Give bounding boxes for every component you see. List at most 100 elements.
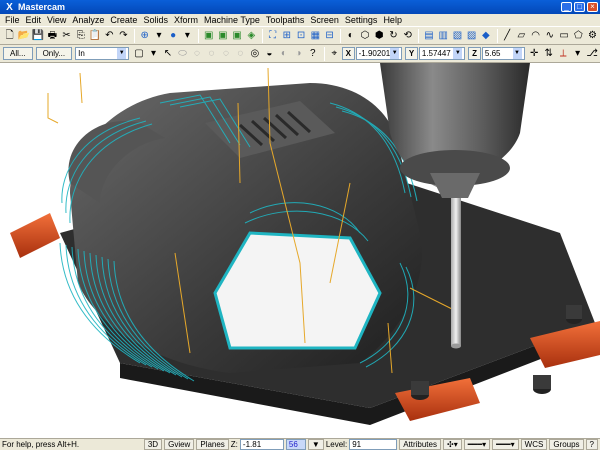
window-select-icon[interactable]: ◌ xyxy=(190,47,203,61)
level-field[interactable]: 91 xyxy=(349,439,398,450)
open-folder-icon[interactable]: 📂 xyxy=(17,29,30,43)
pointer-icon[interactable]: ↖ xyxy=(161,47,174,61)
color-field[interactable]: 56 xyxy=(285,439,306,450)
x-coordinate-field[interactable]: -1.90201 ▼ xyxy=(355,47,403,60)
menu-toolpaths[interactable]: Toolpaths xyxy=(263,14,308,26)
color-dropdown-icon[interactable]: ▼ xyxy=(307,439,324,450)
chain-icon[interactable]: ⬭ xyxy=(176,47,189,61)
unzoom-icon[interactable]: ⊟ xyxy=(323,29,336,43)
menu-analyze[interactable]: Analyze xyxy=(69,14,107,26)
area-select-icon[interactable]: ◌ xyxy=(219,47,232,61)
selection-mask-icon[interactable]: ▢ xyxy=(132,47,145,61)
help-icon[interactable]: ? xyxy=(306,47,319,61)
paste-icon[interactable]: 📋 xyxy=(88,29,101,43)
menu-create[interactable]: Create xyxy=(107,14,140,26)
line-width-select[interactable]: ━━━▾ xyxy=(492,439,519,450)
menu-solids[interactable]: Solids xyxy=(140,14,171,26)
z-depth-field[interactable]: -1.81 xyxy=(239,439,284,450)
attach-icon[interactable]: ⎇ xyxy=(585,47,598,61)
menu-help[interactable]: Help xyxy=(380,14,405,26)
line-icon[interactable]: ╱ xyxy=(501,29,514,43)
z-depth-label: Z: xyxy=(230,440,238,449)
cube-top-view-icon[interactable]: ▣ xyxy=(202,29,215,43)
cad-scene xyxy=(10,63,600,425)
z-coordinate-field[interactable]: 5.65 ▼ xyxy=(481,47,525,60)
autocursor-icon[interactable]: ⌖ xyxy=(328,47,341,61)
shaded-icon[interactable]: ⬢ xyxy=(373,29,386,43)
menu-xform[interactable]: Xform xyxy=(171,14,201,26)
gview-iso-icon[interactable]: ▨ xyxy=(465,29,478,43)
undo-icon[interactable]: ↶ xyxy=(103,29,116,43)
dropdown-arrow-icon[interactable]: ▾ xyxy=(152,29,165,43)
vector-select-icon[interactable]: ◌ xyxy=(234,47,247,61)
units-select[interactable]: In ▼ xyxy=(75,47,130,60)
new-file-icon[interactable]: 🗋 xyxy=(3,29,16,43)
redo-icon[interactable]: ↷ xyxy=(117,29,130,43)
arc-icon[interactable]: ◠ xyxy=(529,29,542,43)
zoom-target-icon[interactable]: ⊡ xyxy=(294,29,307,43)
solid-select-icon[interactable]: ◐ xyxy=(277,47,290,61)
point-select-icon[interactable]: ◎ xyxy=(248,47,261,61)
gview-side-icon[interactable]: ▧ xyxy=(451,29,464,43)
wireframe-icon[interactable]: ⬡ xyxy=(358,29,371,43)
close-icon[interactable]: × xyxy=(587,2,598,12)
gview-front-icon[interactable]: ▥ xyxy=(437,29,450,43)
csys-icon[interactable]: ⟂ xyxy=(556,47,569,61)
dynamic-rotate-icon[interactable]: ⟲ xyxy=(401,29,414,43)
globe-icon[interactable]: ⊕ xyxy=(138,29,151,43)
gview-top-icon[interactable]: ▤ xyxy=(422,29,435,43)
spline-icon[interactable]: ∿ xyxy=(543,29,556,43)
dropdown-arrow-icon[interactable]: ▾ xyxy=(181,29,194,43)
fit-screen-icon[interactable]: ⛶ xyxy=(266,29,279,43)
copy-icon[interactable]: ⎘ xyxy=(74,29,87,43)
cube-iso-view-icon[interactable]: ◈ xyxy=(245,29,258,43)
save-icon[interactable]: 💾 xyxy=(31,29,44,43)
select-only-button[interactable]: Only... xyxy=(35,47,73,60)
cube-side-view-icon[interactable]: ▣ xyxy=(231,29,244,43)
menu-screen[interactable]: Screen xyxy=(307,14,342,26)
analyze-icon[interactable]: ◐ xyxy=(344,29,357,43)
zoom-window-icon[interactable]: ⊞ xyxy=(280,29,293,43)
lock-icon[interactable]: ✛ xyxy=(528,47,541,61)
view-3d-button[interactable]: 3D xyxy=(143,439,163,450)
dropdown-arrow-icon[interactable]: ▾ xyxy=(571,47,584,61)
sphere-select-icon[interactable]: ◒ xyxy=(263,47,276,61)
menu-file[interactable]: File xyxy=(2,14,23,26)
menu-view[interactable]: View xyxy=(44,14,69,26)
menu-settings[interactable]: Settings xyxy=(342,14,381,26)
menu-edit[interactable]: Edit xyxy=(23,14,45,26)
move-icon[interactable]: ⇅ xyxy=(542,47,555,61)
minimize-icon[interactable]: _ xyxy=(561,2,572,12)
point-style-icon[interactable]: ✣▾ xyxy=(442,439,462,450)
pointer-toggle-icon[interactable]: ◑ xyxy=(292,47,305,61)
print-icon[interactable]: 🖶 xyxy=(46,29,59,43)
cutting-tool xyxy=(451,198,461,346)
shading-toggle-icon[interactable]: ◆ xyxy=(479,29,492,43)
fixture-clamp-left xyxy=(10,213,60,258)
select-all-button[interactable]: All... xyxy=(3,47,33,60)
y-coordinate-field[interactable]: 1.57447 ▼ xyxy=(418,47,466,60)
sphere-icon[interactable]: ● xyxy=(167,29,180,43)
maximize-icon[interactable]: □ xyxy=(574,2,585,12)
toolbar-separator xyxy=(340,28,342,43)
menu-machine-type[interactable]: Machine Type xyxy=(201,14,263,26)
rectangle-icon[interactable]: ▭ xyxy=(557,29,570,43)
cut-icon[interactable]: ✂ xyxy=(60,29,73,43)
planes-button[interactable]: Planes xyxy=(196,439,229,450)
rotate-icon[interactable]: ↻ xyxy=(387,29,400,43)
groups-button[interactable]: Groups xyxy=(549,439,584,450)
cube-front-view-icon[interactable]: ▣ xyxy=(216,29,229,43)
repaint-icon[interactable]: ▦ xyxy=(309,29,322,43)
gview-button[interactable]: Gview xyxy=(164,439,195,450)
attributes-button[interactable]: Attributes xyxy=(399,439,441,450)
chevron-down-icon: ▼ xyxy=(453,48,463,59)
toolpath-icon[interactable]: ⚙ xyxy=(586,29,599,43)
graphics-viewport[interactable] xyxy=(0,63,600,438)
polygon-select-icon[interactable]: ◌ xyxy=(205,47,218,61)
dropdown-arrow-icon[interactable]: ▾ xyxy=(147,47,160,61)
wcs-button[interactable]: WCS xyxy=(520,439,548,450)
plane-icon[interactable]: ▱ xyxy=(515,29,528,43)
line-style-select[interactable]: ━━━▾ xyxy=(463,439,491,450)
help-icon[interactable]: ? xyxy=(585,439,598,450)
polygon-icon[interactable]: ⬠ xyxy=(572,29,585,43)
